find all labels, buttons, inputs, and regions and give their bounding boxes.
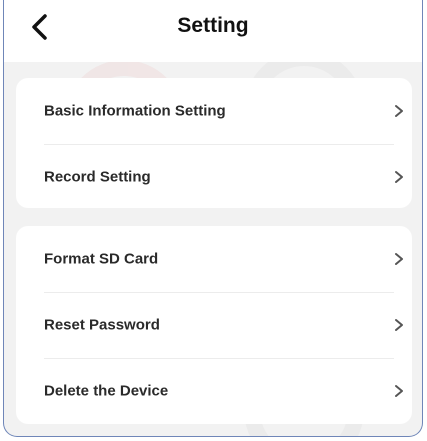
record-setting-item[interactable]: Record Setting	[16, 144, 412, 210]
header-bar: Setting	[4, 0, 422, 62]
chevron-right-icon	[395, 385, 403, 397]
item-label: Delete the Device	[44, 382, 169, 400]
item-label: Format SD Card	[44, 250, 159, 268]
chevron-right-icon	[395, 105, 403, 117]
delete-device-item[interactable]: Delete the Device	[16, 358, 412, 424]
item-label: Reset Password	[44, 316, 160, 334]
settings-group-device-actions: Format SD Card Reset Password Delete the…	[16, 226, 412, 424]
basic-information-setting-item[interactable]: Basic Information Setting	[16, 78, 412, 144]
format-sd-card-item[interactable]: Format SD Card	[16, 226, 412, 292]
item-label: Record Setting	[44, 168, 151, 186]
chevron-right-icon	[395, 171, 403, 183]
item-label: Basic Information Setting	[44, 102, 226, 120]
reset-password-item[interactable]: Reset Password	[16, 292, 412, 358]
settings-screen: Setting Basic Information Setting Record…	[3, 0, 423, 437]
settings-group-device-info: Basic Information Setting Record Setting	[16, 78, 412, 208]
page-title: Setting	[177, 14, 249, 37]
chevron-right-icon	[395, 319, 403, 331]
chevron-right-icon	[395, 253, 403, 265]
